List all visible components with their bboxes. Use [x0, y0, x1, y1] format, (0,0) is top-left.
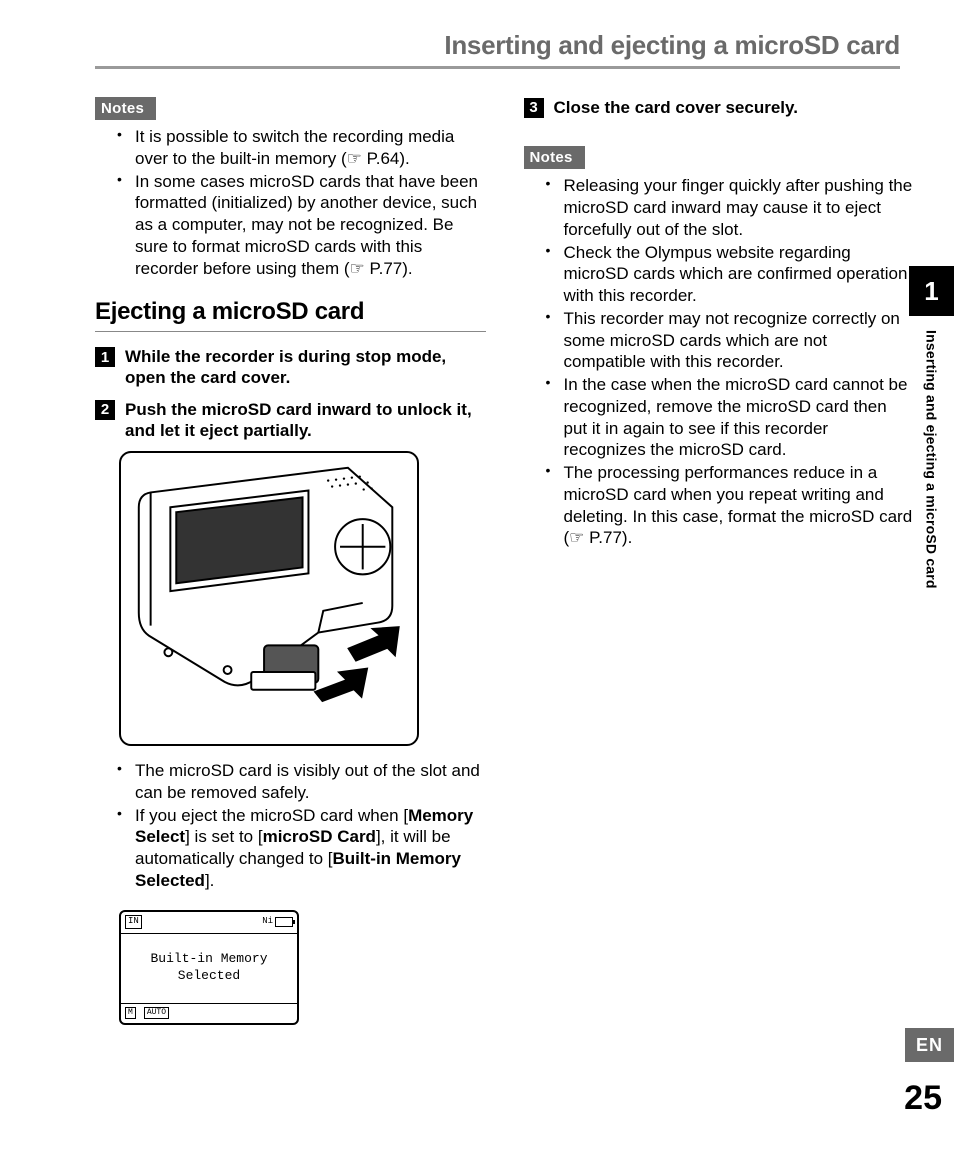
list-item: In the case when the microSD card cannot…: [546, 374, 915, 461]
notes-list-right: Releasing your finger quickly after push…: [524, 175, 915, 549]
list-item: The processing performances reduce in a …: [546, 462, 915, 549]
step-number-icon: 3: [524, 98, 544, 118]
screen-message-line1: Built-in Memory: [150, 951, 267, 968]
language-tab: EN: [905, 1028, 954, 1062]
notes-badge: Notes: [524, 146, 585, 169]
list-item: This recorder may not recognize correctl…: [546, 308, 915, 373]
step-1: 1 While the recorder is during stop mode…: [95, 346, 486, 389]
step-text: Close the card cover securely.: [554, 97, 798, 118]
step-text: While the recorder is during stop mode, …: [125, 346, 486, 389]
screen-mode-indicator: M: [125, 1007, 136, 1019]
screen-memory-indicator: IN: [125, 915, 142, 929]
list-item: In some cases microSD cards that have be…: [117, 171, 486, 280]
page-number: 25: [904, 1079, 942, 1118]
after-figure-list: The microSD card is visibly out of the s…: [95, 760, 486, 892]
device-illustration: [119, 451, 419, 746]
battery-icon: [275, 917, 293, 927]
left-column: Notes It is possible to switch the recor…: [95, 97, 486, 1025]
step-text: Push the microSD card inward to unlock i…: [125, 399, 486, 442]
page-header: Inserting and ejecting a microSD card: [95, 30, 900, 69]
screen-message-line2: Selected: [178, 968, 240, 985]
step-number-icon: 2: [95, 400, 115, 420]
list-item: Releasing your finger quickly after push…: [546, 175, 915, 240]
right-column: 3 Close the card cover securely. Notes R…: [524, 97, 915, 1025]
step-number-icon: 1: [95, 347, 115, 367]
notes-list-left: It is possible to switch the recording m…: [95, 126, 486, 279]
sidebar-caption: Inserting and ejecting a microSD card: [924, 330, 940, 589]
list-item: It is possible to switch the recording m…: [117, 126, 486, 170]
notes-badge: Notes: [95, 97, 156, 120]
list-item: If you eject the microSD card when [Memo…: [117, 805, 486, 892]
lcd-screen-illustration: IN Ni Built-in Memory Selected M AUTO: [119, 910, 299, 1025]
screen-battery-label: Ni: [262, 916, 273, 928]
list-item: The microSD card is visibly out of the s…: [117, 760, 486, 804]
step-3: 3 Close the card cover securely.: [524, 97, 915, 118]
step-2: 2 Push the microSD card inward to unlock…: [95, 399, 486, 442]
screen-auto-badge: AUTO: [144, 1007, 169, 1019]
list-item: Check the Olympus website regarding micr…: [546, 242, 915, 307]
chapter-sidebar: 1 Inserting and ejecting a microSD card: [909, 266, 954, 589]
content-columns: Notes It is possible to switch the recor…: [95, 97, 914, 1025]
section-heading: Ejecting a microSD card: [95, 297, 486, 332]
chapter-number-tab: 1: [909, 266, 954, 316]
